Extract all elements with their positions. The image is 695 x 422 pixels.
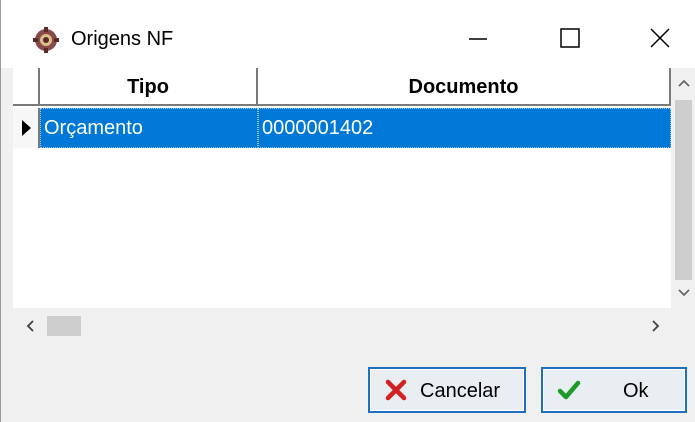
app-icon [33,27,59,53]
current-row-arrow-icon [21,120,31,136]
checkmark-icon [557,380,581,400]
close-button[interactable] [637,18,683,58]
x-icon [385,379,407,401]
vertical-scrollbar[interactable] [671,68,695,308]
horizontal-scrollbar[interactable] [13,308,695,343]
window-title: Origens NF [71,28,174,50]
grid-header: Tipo Documento [13,68,671,106]
cancel-button-label: Cancelar [420,380,501,402]
maximize-icon [560,28,580,48]
table-row[interactable]: Orçamento 0000001402 [13,108,671,148]
vertical-scroll-thumb[interactable] [675,100,692,280]
chevron-right-icon [652,319,660,332]
origens-nf-window: Origens NF Tipo Documento Orçamento 0000… [0,0,695,422]
chevron-up-icon [677,79,690,87]
minimize-button[interactable] [455,18,501,58]
chevron-down-icon [677,289,690,297]
scroll-down-button[interactable] [671,278,695,308]
cancel-button[interactable]: Cancelar [368,367,526,413]
horizontal-scroll-thumb[interactable] [47,316,81,336]
scroll-right-button[interactable] [639,308,673,343]
title-bar[interactable]: Origens NF [1,0,695,68]
column-header-documento[interactable]: Documento [258,68,671,106]
chevron-left-icon [26,319,34,332]
cell-documento[interactable]: 0000001402 [258,108,671,148]
column-header-tipo[interactable]: Tipo [40,68,258,106]
close-icon [650,28,670,48]
scroll-up-button[interactable] [671,68,695,98]
ok-button-label: Ok [623,380,649,402]
scroll-left-button[interactable] [13,308,47,343]
ok-button[interactable]: Ok [541,367,687,413]
header-indicator-cell [13,68,40,106]
maximize-button[interactable] [547,18,593,58]
cell-tipo[interactable]: Orçamento [40,108,258,148]
minimize-icon [469,38,487,40]
row-indicator[interactable] [13,108,40,148]
origins-grid[interactable]: Tipo Documento Orçamento 0000001402 [13,68,695,343]
